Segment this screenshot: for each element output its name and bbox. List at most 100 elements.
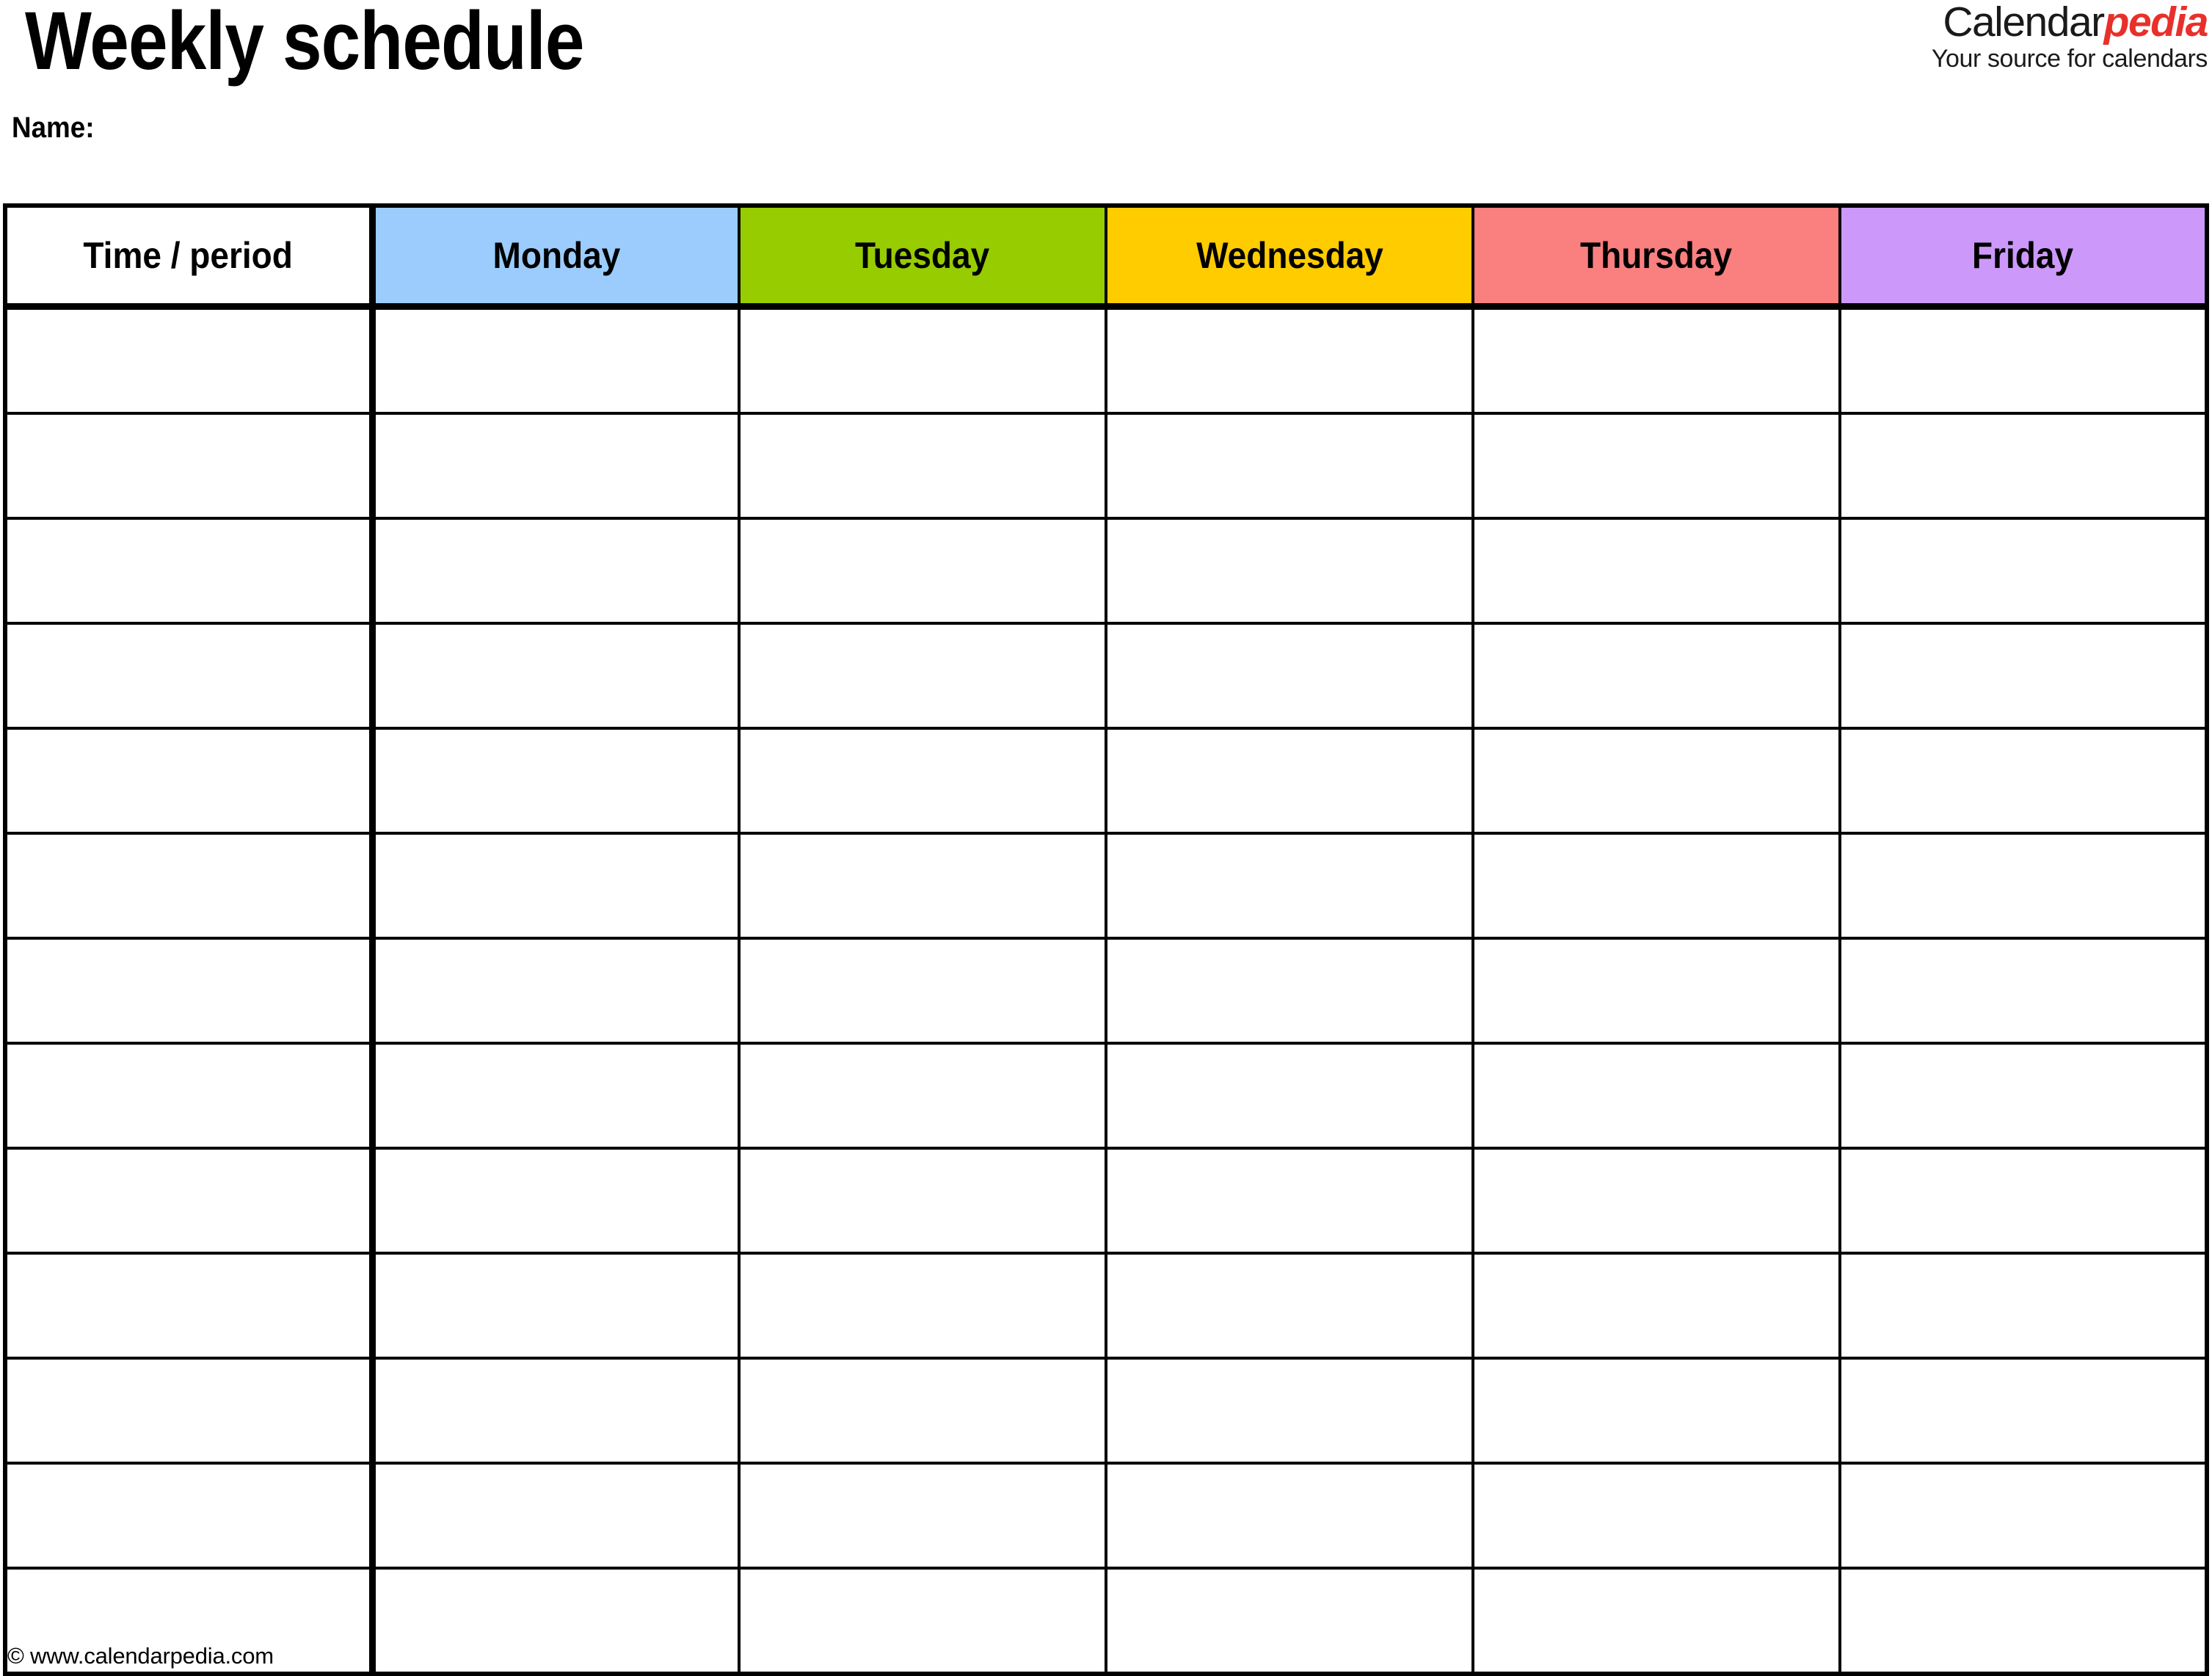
column-header-time-period[interactable]: Time / period — [3, 203, 376, 310]
schedule-entry-cell[interactable] — [1105, 727, 1474, 835]
schedule-entry-cell[interactable] — [1471, 305, 1841, 415]
schedule-entry-cell[interactable] — [1471, 1357, 1841, 1465]
schedule-entry-cell[interactable] — [1105, 412, 1474, 520]
schedule-entry-cell[interactable] — [1471, 517, 1841, 625]
table-row — [3, 832, 2209, 940]
schedule-entry-cell[interactable] — [738, 517, 1107, 625]
schedule-entry-cell[interactable] — [1105, 305, 1474, 415]
name-field-label: Name: — [12, 112, 95, 144]
schedule-entry-cell[interactable] — [1838, 832, 2209, 940]
schedule-entry-cell[interactable] — [1838, 622, 2209, 730]
time-period-cell[interactable] — [3, 1147, 376, 1255]
time-period-cell[interactable] — [3, 1042, 376, 1150]
time-period-cell[interactable] — [3, 937, 376, 1045]
column-header-label: Wednesday — [1196, 235, 1383, 276]
schedule-entry-cell[interactable] — [1838, 412, 2209, 520]
column-header-label: Time / period — [83, 235, 293, 276]
schedule-entry-cell[interactable] — [1838, 937, 2209, 1045]
table-row — [3, 412, 2209, 520]
table-body — [3, 305, 2209, 1676]
logo-tagline: Your source for calendars — [1931, 45, 2208, 73]
schedule-entry-cell[interactable] — [1105, 517, 1474, 625]
table-row — [3, 727, 2209, 835]
column-header-label: Thursday — [1580, 235, 1733, 276]
schedule-entry-cell[interactable] — [371, 412, 741, 520]
schedule-entry-cell[interactable] — [1471, 1462, 1841, 1570]
schedule-entry-cell[interactable] — [738, 937, 1107, 1045]
footer-credit: © www.calendarpedia.com — [7, 1643, 274, 1669]
schedule-entry-cell[interactable] — [1838, 517, 2209, 625]
time-period-cell[interactable] — [3, 1462, 376, 1570]
schedule-entry-cell[interactable] — [371, 727, 741, 835]
schedule-entry-cell[interactable] — [738, 1147, 1107, 1255]
schedule-entry-cell[interactable] — [1838, 1042, 2209, 1150]
schedule-entry-cell[interactable] — [371, 1252, 741, 1360]
table-row — [3, 1462, 2209, 1570]
schedule-entry-cell[interactable] — [738, 1357, 1107, 1465]
column-header-label: Friday — [1972, 235, 2074, 276]
schedule-entry-cell[interactable] — [738, 1462, 1107, 1570]
schedule-entry-cell[interactable] — [1471, 1567, 1841, 1676]
schedule-entry-cell[interactable] — [1471, 1252, 1841, 1360]
column-header-tuesday[interactable]: Tuesday — [738, 203, 1107, 310]
schedule-entry-cell[interactable] — [1471, 1147, 1841, 1255]
schedule-entry-cell[interactable] — [738, 305, 1107, 415]
schedule-entry-cell[interactable] — [1471, 937, 1841, 1045]
schedule-entry-cell[interactable] — [1105, 937, 1474, 1045]
column-header-thursday[interactable]: Thursday — [1471, 203, 1841, 310]
schedule-entry-cell[interactable] — [1471, 622, 1841, 730]
column-header-wednesday[interactable]: Wednesday — [1105, 203, 1474, 310]
schedule-entry-cell[interactable] — [1838, 1147, 2209, 1255]
schedule-entry-cell[interactable] — [738, 832, 1107, 940]
logo-word-calendar: Calendar — [1943, 0, 2105, 46]
schedule-entry-cell[interactable] — [1105, 1567, 1474, 1676]
schedule-entry-cell[interactable] — [738, 1042, 1107, 1150]
schedule-entry-cell[interactable] — [371, 1042, 741, 1150]
schedule-entry-cell[interactable] — [371, 937, 741, 1045]
schedule-entry-cell[interactable] — [371, 622, 741, 730]
column-header-friday[interactable]: Friday — [1838, 203, 2209, 310]
schedule-entry-cell[interactable] — [371, 1357, 741, 1465]
schedule-entry-cell[interactable] — [738, 1252, 1107, 1360]
time-period-cell[interactable] — [3, 1252, 376, 1360]
schedule-entry-cell[interactable] — [371, 305, 741, 415]
column-header-monday[interactable]: Monday — [371, 203, 741, 310]
schedule-entry-cell[interactable] — [738, 412, 1107, 520]
schedule-entry-cell[interactable] — [371, 517, 741, 625]
schedule-entry-cell[interactable] — [738, 622, 1107, 730]
schedule-entry-cell[interactable] — [1105, 1252, 1474, 1360]
table-row — [3, 305, 2209, 415]
time-period-cell[interactable] — [3, 305, 376, 415]
schedule-entry-cell[interactable] — [1105, 622, 1474, 730]
schedule-entry-cell[interactable] — [1105, 1462, 1474, 1570]
time-period-cell[interactable] — [3, 1357, 376, 1465]
schedule-entry-cell[interactable] — [738, 1567, 1107, 1676]
schedule-entry-cell[interactable] — [371, 1462, 741, 1570]
table-row — [3, 1357, 2209, 1465]
time-period-cell[interactable] — [3, 412, 376, 520]
time-period-cell[interactable] — [3, 832, 376, 940]
schedule-entry-cell[interactable] — [1105, 1147, 1474, 1255]
schedule-entry-cell[interactable] — [1105, 832, 1474, 940]
schedule-entry-cell[interactable] — [738, 727, 1107, 835]
schedule-entry-cell[interactable] — [371, 1147, 741, 1255]
schedule-entry-cell[interactable] — [1838, 1567, 2209, 1676]
schedule-entry-cell[interactable] — [1105, 1042, 1474, 1150]
schedule-entry-cell[interactable] — [371, 832, 741, 940]
schedule-entry-cell[interactable] — [1838, 1357, 2209, 1465]
schedule-entry-cell[interactable] — [1471, 832, 1841, 940]
schedule-entry-cell[interactable] — [1838, 1462, 2209, 1570]
schedule-entry-cell[interactable] — [1838, 305, 2209, 415]
time-period-cell[interactable] — [3, 622, 376, 730]
schedule-entry-cell[interactable] — [1471, 1042, 1841, 1150]
time-period-cell[interactable] — [3, 727, 376, 835]
schedule-entry-cell[interactable] — [1838, 1252, 2209, 1360]
schedule-entry-cell[interactable] — [1105, 1357, 1474, 1465]
calendarpedia-logo[interactable]: Calendarpedia Your source for calendars — [1931, 0, 2209, 73]
schedule-entry-cell[interactable] — [1471, 412, 1841, 520]
schedule-entry-cell[interactable] — [1471, 727, 1841, 835]
time-period-cell[interactable] — [3, 517, 376, 625]
schedule-entry-cell[interactable] — [1838, 727, 2209, 835]
page-title: Weekly schedule — [25, 0, 584, 87]
schedule-entry-cell[interactable] — [371, 1567, 741, 1676]
